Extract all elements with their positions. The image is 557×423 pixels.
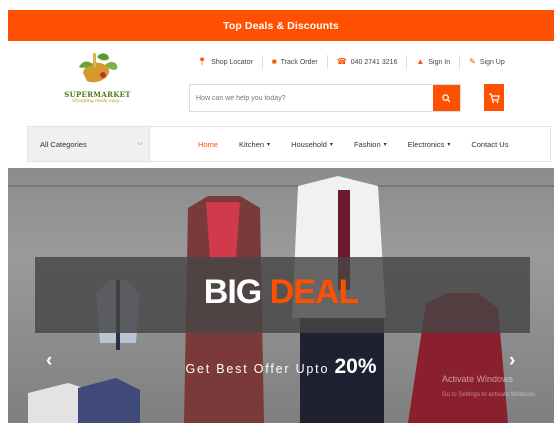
top-deals-bar: Top Deals & Discounts bbox=[8, 10, 554, 41]
slider-prev-arrow[interactable]: ‹ bbox=[46, 351, 52, 370]
search-icon bbox=[442, 93, 451, 103]
shop-locator-label: Shop Locator bbox=[211, 58, 253, 66]
main-menu: Home Kitchen ▾ Household ▾ Fashion ▾ Ele… bbox=[198, 140, 508, 149]
nav-item-home[interactable]: Home bbox=[198, 140, 218, 149]
offer-text: Get Best Offer Upto bbox=[185, 362, 330, 376]
nav-item-label: Fashion bbox=[353, 139, 381, 149]
nav-item-label: Kitchen bbox=[239, 139, 265, 149]
activate-windows-watermark: Activate Windows bbox=[442, 374, 514, 384]
phone-icon: ☎ bbox=[336, 57, 347, 66]
track-order-label: Track Order bbox=[280, 58, 318, 66]
shop-locator-link[interactable]: 📍︎ Shop Locator bbox=[188, 55, 263, 69]
caret-down-icon: ▾ bbox=[329, 141, 333, 148]
track-order-link[interactable]: ■ Track Order bbox=[263, 55, 328, 69]
nav-item-label: Electronics bbox=[407, 139, 445, 149]
edit-icon: ✎ bbox=[469, 57, 476, 66]
hero-slider: BIG DEAL Get Best Offer Upto 20% ‹ › Act… bbox=[8, 168, 554, 423]
nav-item-electronics[interactable]: Electronics ▾ bbox=[408, 140, 451, 149]
logo-icon bbox=[78, 53, 117, 83]
lock-icon: ▲ bbox=[416, 57, 425, 66]
logo-wordmark: SUPERMARKET bbox=[64, 90, 131, 99]
search-button[interactable] bbox=[433, 85, 460, 111]
nav-item-fashion[interactable]: Fashion ▾ bbox=[354, 140, 387, 149]
sign-in-label: Sign In bbox=[428, 58, 451, 66]
search-input[interactable] bbox=[190, 85, 433, 111]
caret-down-icon: ▾ bbox=[383, 141, 387, 148]
header-links: 📍︎ Shop Locator ■ Track Order ☎ 040 2741… bbox=[188, 49, 518, 75]
headline-white-word: BIG bbox=[203, 273, 262, 311]
category-selected-value: All Categories bbox=[40, 139, 87, 149]
sign-up-link[interactable]: ✎ Sign Up bbox=[460, 55, 514, 69]
slider-next-arrow[interactable]: › bbox=[509, 351, 515, 370]
sign-in-link[interactable]: ▲ Sign In bbox=[407, 55, 461, 69]
search-bar bbox=[189, 84, 461, 112]
hero-headline: BIG DEAL bbox=[8, 272, 554, 312]
nav-item-label: Home bbox=[198, 139, 219, 149]
top-deals-title: Top Deals & Discounts bbox=[223, 19, 339, 32]
nav-item-kitchen[interactable]: Kitchen ▾ bbox=[239, 140, 270, 149]
logo-tagline: Shopping made easy... bbox=[72, 99, 123, 104]
offer-percent: 20% bbox=[334, 355, 377, 378]
nav-item-contact-us[interactable]: Contact Us bbox=[471, 140, 508, 149]
truck-icon: ■ bbox=[271, 57, 277, 66]
nav-item-label: Household bbox=[291, 139, 327, 149]
category-select[interactable]: All Categories ⌵ bbox=[28, 127, 150, 161]
site-header: SUPERMARKET Shopping made easy... 📍︎ Sho… bbox=[0, 41, 557, 121]
cart-icon bbox=[489, 92, 500, 103]
phone-label: 040 2741 3216 bbox=[350, 58, 398, 66]
chevron-down-icon: ⌵ bbox=[137, 140, 143, 147]
nav-item-household[interactable]: Household ▾ bbox=[291, 140, 333, 149]
phone-link[interactable]: ☎ 040 2741 3216 bbox=[328, 55, 408, 69]
caret-down-icon: ▾ bbox=[447, 141, 451, 148]
cart-button[interactable] bbox=[484, 84, 504, 111]
map-marker-icon: 📍︎ bbox=[197, 57, 208, 66]
caret-down-icon: ▾ bbox=[267, 141, 271, 148]
sign-up-label: Sign Up bbox=[479, 58, 505, 66]
supermarket-logo[interactable]: SUPERMARKET Shopping made easy... bbox=[60, 51, 135, 111]
nav-item-label: Contact Us bbox=[471, 139, 509, 149]
headline-orange-word: DEAL bbox=[269, 273, 360, 311]
activate-windows-subtitle: Go to Settings to activate Windows. bbox=[442, 392, 537, 398]
main-navbar: All Categories ⌵ Home Kitchen ▾ Househol… bbox=[27, 126, 551, 162]
